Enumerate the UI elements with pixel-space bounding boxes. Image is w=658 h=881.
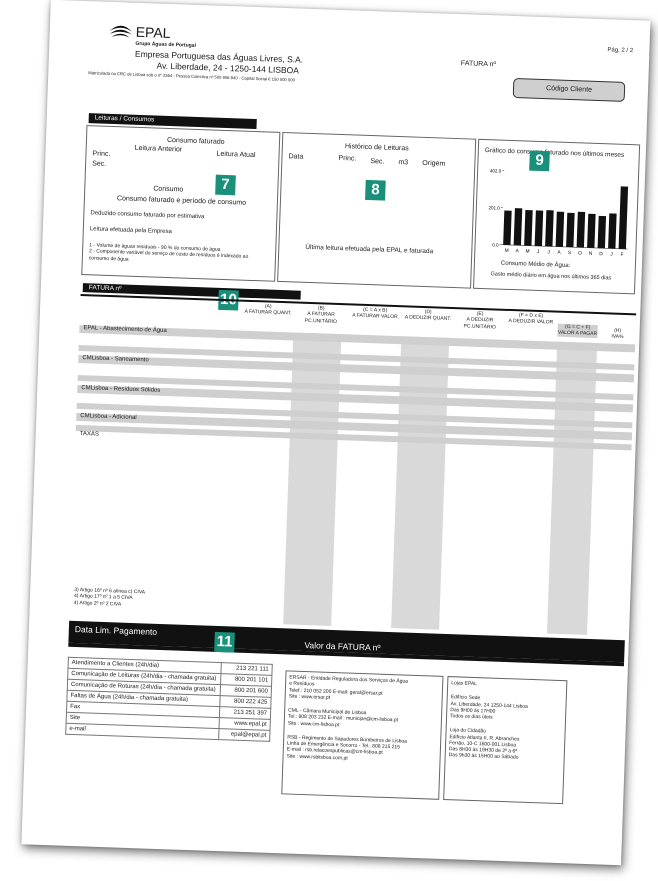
leitura-anterior-label: Leitura Anterior	[134, 144, 183, 154]
chart-box: Gráfico do consumo faturado nos últimos …	[473, 138, 641, 295]
column-label: VALOR A PAGAR	[557, 329, 598, 338]
gasto-medio-label: Gasto médio diário em água nos últimos 3…	[490, 271, 612, 282]
section-taxas: TAXAS	[79, 431, 100, 438]
section-residuos: CMLisboa - Resíduos Sólidos	[81, 385, 161, 394]
contacts-panel: Atendimento a Clientes (24h/dia) 213 221 …	[65, 657, 273, 742]
lojas-box: Lojas EPAL Edifício Sede Av. Liberdade, …	[443, 676, 568, 805]
chart-bar	[618, 186, 629, 250]
page-background: EPAL Grupo Águas de Portugal Empresa Por…	[0, 0, 658, 881]
footnotes: 3) Artigo 16º nº 6 alínea c) CIVA 4) Art…	[74, 587, 145, 608]
history-col-sec: Sec.	[370, 158, 385, 166]
column-label: A FATURAR VALOR	[352, 312, 398, 321]
epal-logo-icon	[109, 25, 132, 38]
chart-bar	[587, 213, 596, 248]
leitura-empresa-label: Leitura efetuada pela Empresa	[89, 226, 172, 236]
callout-9: 9	[529, 150, 550, 172]
invoice-table: (A) A FATURAR QUANT. (B) A FATURAR PC.UNITÁ…	[69, 297, 636, 636]
x-tick-label: J	[547, 249, 550, 255]
chart-bar	[545, 210, 554, 247]
column-label: A FATURAR QUANT.	[244, 308, 292, 317]
column-header-3: (C = A x B) A FATURAR VALOR	[348, 306, 402, 320]
column-label: A DEDUZIR VALOR	[508, 318, 554, 326]
column-header-5: (E) A DEDUZIR PC.UNITÁRIO	[454, 310, 507, 331]
history-col-data: Data	[288, 153, 304, 161]
chart-bar	[503, 210, 512, 245]
x-tick-label: O	[578, 250, 582, 256]
column-header-8: (H) IVA%	[599, 327, 635, 341]
footnote-3: 4) Artigo 2º nº 2 CIVA	[73, 599, 122, 608]
x-tick-label: F	[620, 252, 623, 258]
col-c-fill	[391, 336, 450, 630]
column-label: IVA%	[611, 333, 624, 341]
chart-bar	[566, 212, 575, 248]
column-label: A DEDUZIR QUANT.	[404, 314, 452, 323]
logo-text: EPAL	[135, 23, 171, 41]
consumo-label: Consumo	[153, 185, 184, 194]
x-tick-label: M	[525, 249, 529, 255]
callout-7: 7	[215, 174, 236, 196]
data-lim-label: Data Lim. Pagamento	[74, 624, 158, 637]
history-col-m3: m3	[398, 159, 409, 167]
historico-title: Histórico de Leituras	[344, 143, 409, 153]
x-tick-label: N	[589, 251, 593, 257]
col-a-fill	[283, 332, 342, 626]
column-header-4: (D) A DEDUZIR QUANT.	[402, 308, 454, 322]
x-tick-label: A	[557, 250, 561, 256]
epal-logo	[107, 22, 134, 46]
column-label: A DEDUZIR PC.UNITÁRIO	[463, 316, 496, 331]
contacts-table: Atendimento a Clientes (24h/dia) 213 221 …	[65, 657, 273, 742]
consumo-periodo-label: Consumo faturado e período de consumo	[116, 195, 247, 207]
column-header-1: (A) A FATURAR QUANT.	[242, 303, 294, 317]
invoice-sheet: EPAL Grupo Águas de Portugal Empresa Por…	[21, 0, 651, 866]
y-tick-label: 201.0	[488, 205, 500, 210]
chart-bar	[597, 215, 607, 249]
chart-bar	[608, 213, 617, 249]
column-header-2: (B) A FATURAR PC.UNITÁRIO	[294, 304, 349, 325]
column-label: A FATURAR PC.UNITÁRIO	[304, 311, 338, 325]
consumo-medio-label: Consumo Médio de Água:	[500, 260, 571, 270]
x-tick-label: M	[505, 248, 509, 254]
col-g-fill	[547, 341, 598, 635]
princ-label: Princ.	[92, 150, 111, 158]
readings-box: Consumo faturado Leitura Anterior Leitur…	[81, 125, 281, 282]
history-col-origem: Origem	[422, 159, 446, 168]
section-epal: EPAL - Abastecimento de Água	[83, 325, 167, 335]
fatura-number-label: FATURA nº	[460, 60, 497, 69]
column-header-6: (F = D x E) A DEDUZIR VALOR	[506, 312, 556, 326]
chart-bar	[576, 211, 586, 248]
history-box: Histórico de Leituras Data Princ. Sec. m…	[277, 131, 477, 289]
x-tick-label: S	[568, 250, 571, 256]
deduzido-label: Deduzido consumo faturado por estimativa	[90, 210, 205, 221]
x-tick-label: J	[610, 251, 613, 257]
contact-value: epal@epal.pt	[218, 728, 270, 742]
ultima-leitura-label: Última leitura efetuada pela EPAL e fatu…	[305, 243, 434, 256]
group-name: Grupo Águas de Portugal	[135, 40, 196, 49]
y-tick-label: 0.0	[492, 242, 499, 247]
x-tick-label: D	[599, 251, 603, 257]
sec-label: Sec.	[92, 160, 107, 168]
codigo-cliente-box: Código Cliente	[512, 77, 626, 102]
chart-bar	[513, 208, 523, 246]
entities-box: ERSAR - Entidade Reguladora dos Serviços…	[281, 670, 444, 800]
x-tick-label: J	[537, 249, 540, 255]
history-col-princ: Princ.	[338, 154, 357, 163]
column-header-7: (G = C + F) VALOR A PAGAR	[557, 323, 598, 338]
chart-bar	[534, 210, 544, 247]
leitura-atual-label: Leitura Atual	[216, 150, 256, 160]
callout-11: 11	[214, 631, 235, 653]
y-tick-label: 402.0	[490, 168, 502, 173]
callout-8: 8	[365, 179, 386, 201]
consumption-chart: 0.0201.0402.0M A M J J A S O N D J F	[488, 168, 629, 258]
page-number: Pág. 2 / 2	[607, 47, 634, 55]
chart-bar	[524, 209, 533, 246]
column-headers: (A) A FATURAR QUANT. (B) A FATURAR PC.UNITÁ…	[80, 297, 636, 340]
readings-notes: 1 - Volume de águas residuais - 90 % do …	[89, 242, 270, 267]
chart-bar	[555, 211, 565, 247]
x-tick-label: A	[515, 248, 519, 254]
